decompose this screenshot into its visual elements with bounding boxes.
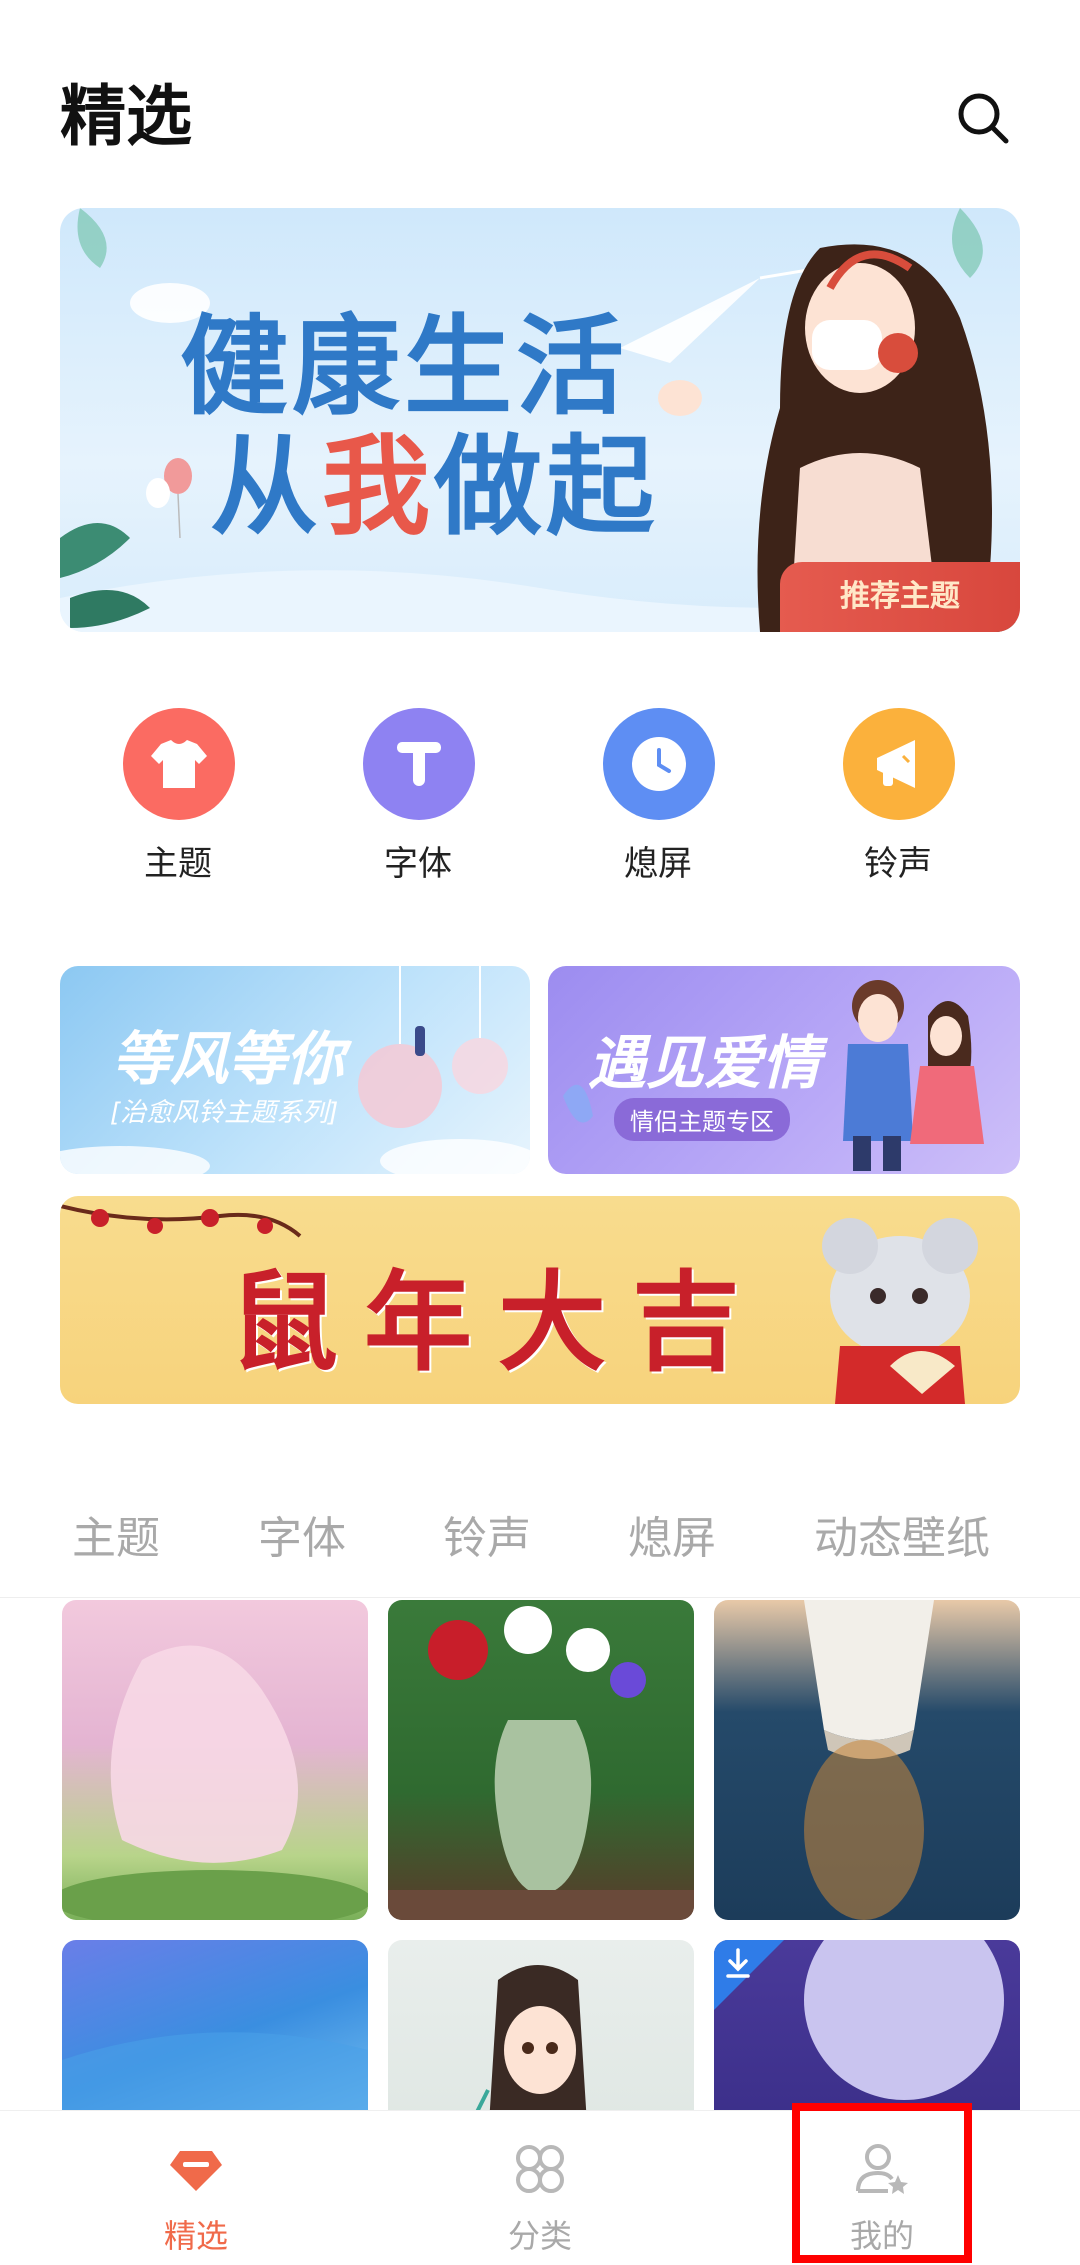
nav-label: 精选: [163, 2217, 228, 2255]
tile-image: [388, 1606, 694, 1920]
tile-image: [804, 1600, 934, 1920]
theme-tile[interactable]: [388, 1600, 694, 1920]
tab-theme[interactable]: 主题: [72, 1502, 160, 1566]
promo-rat-title: 鼠年大吉: [230, 1261, 767, 1386]
promo-love[interactable]: 遇见爱情 情侣主题专区: [548, 966, 1020, 1174]
quick-item-label: 字体: [384, 844, 452, 884]
theme-grid: [62, 1600, 1020, 2110]
hero-line2-accent: 我: [322, 425, 435, 550]
download-icon[interactable]: [718, 1944, 758, 1984]
promo-love-title: 遇见爱情: [588, 1029, 821, 1097]
hero-title-line2: 从我做起: [210, 428, 658, 548]
tile-image: [714, 1940, 1004, 2100]
hero-line2-part2: 做起: [434, 425, 659, 550]
tshirt-icon: [123, 708, 235, 820]
theme-tile[interactable]: [62, 1600, 368, 1920]
theme-tile[interactable]: [388, 1940, 694, 2110]
search-button[interactable]: [950, 85, 1020, 155]
theme-tile[interactable]: [714, 1940, 1020, 2110]
hero-banner[interactable]: 健康生活 从我做起 推荐主题: [60, 208, 1020, 632]
quick-item-label: 主题: [144, 844, 212, 884]
font-t-icon: [363, 708, 475, 820]
tab-live-wallpaper[interactable]: 动态壁纸: [814, 1502, 990, 1566]
highlight-box: [792, 2103, 972, 2263]
hero-title-line1: 健康生活: [180, 305, 629, 430]
promo-wind-subtitle: [治愈风铃主题系列]: [110, 1098, 339, 1128]
quick-categories: 主题 字体 熄屏 铃声: [0, 708, 1080, 888]
quick-item-label: 铃声: [864, 844, 932, 884]
quick-item-lockscreen[interactable]: 熄屏: [568, 708, 748, 888]
nav-label: 分类: [507, 2217, 572, 2255]
recommended-theme-badge: 推荐主题: [780, 562, 1020, 632]
tab-ringtone[interactable]: 铃声: [443, 1502, 531, 1566]
clock-icon: [603, 708, 715, 820]
megaphone-icon: [843, 708, 955, 820]
promo-year-of-rat[interactable]: 鼠年大吉: [60, 1196, 1020, 1404]
nav-categories[interactable]: 分类: [440, 2111, 640, 2265]
hero-line2-part1: 从: [210, 425, 323, 550]
promo-wind-title: 等风等你: [112, 1025, 345, 1093]
quick-item-font[interactable]: 字体: [328, 708, 508, 888]
promo-love-subtitle: 情侣主题专区: [614, 1098, 790, 1141]
header: 精选: [0, 0, 1080, 200]
nav-featured[interactable]: 精选: [96, 2111, 296, 2265]
tab-font[interactable]: 字体: [258, 1502, 346, 1566]
quick-item-label: 熄屏: [624, 844, 692, 884]
gem-icon: [170, 2151, 222, 2191]
category-tabs: 主题 字体 铃声 熄屏 动态壁纸: [0, 1480, 1080, 1598]
theme-tile[interactable]: [62, 1940, 368, 2110]
quick-item-theme[interactable]: 主题: [88, 708, 268, 888]
grid-icon: [516, 2145, 564, 2193]
page-title: 精选: [60, 78, 192, 155]
quick-item-ringtone[interactable]: 铃声: [808, 708, 988, 888]
tab-lockscreen[interactable]: 熄屏: [628, 1502, 716, 1566]
tile-image: [62, 1645, 368, 1920]
tile-image: [475, 1965, 587, 2110]
tile-image: [62, 2032, 368, 2110]
theme-tile[interactable]: [714, 1600, 1020, 1920]
promo-wind-chime[interactable]: 等风等你 [治愈风铃主题系列]: [60, 966, 530, 1174]
search-icon: [958, 93, 1009, 144]
